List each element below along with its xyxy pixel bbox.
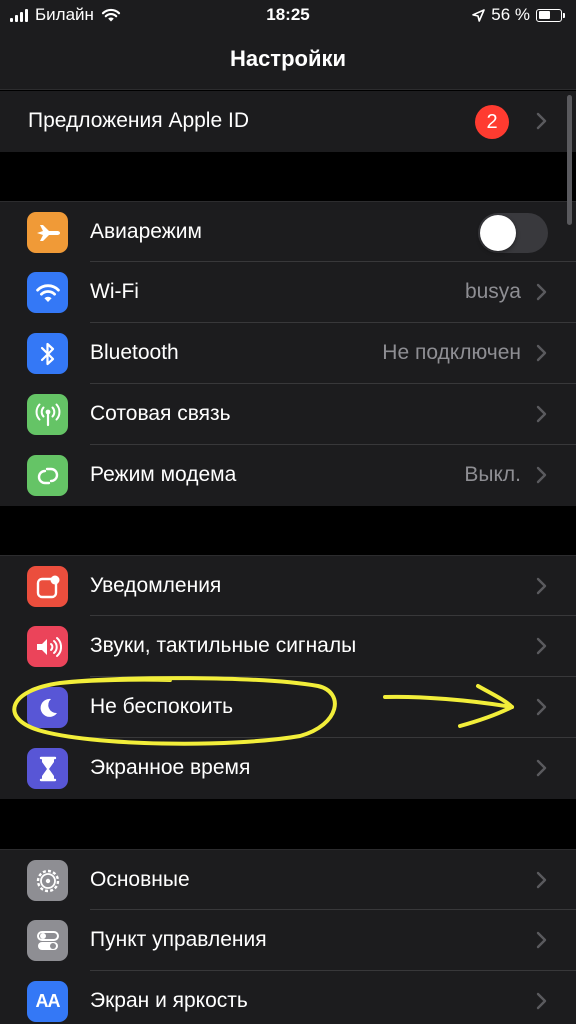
settings-row-label: Звуки, тактильные сигналы <box>90 634 357 657</box>
chevron-right-icon <box>536 344 547 362</box>
settings-row-notifications[interactable]: Уведомления <box>0 555 576 616</box>
hourglass-icon <box>27 748 68 789</box>
settings-row-label: Не беспокоить <box>90 695 234 718</box>
moon-icon <box>27 687 68 728</box>
scroll-indicator[interactable] <box>567 95 572 225</box>
settings-row-label: Сотовая связь <box>90 402 231 425</box>
settings-row-personal-hotspot[interactable]: Режим модема Выкл. <box>0 445 576 506</box>
settings-row-screen-time[interactable]: Экранное время <box>0 738 576 799</box>
settings-row-label: Экранное время <box>90 756 251 779</box>
status-right: 56 % <box>472 5 565 25</box>
wifi-network-value: busya <box>464 280 521 303</box>
settings-row-label: Уведомления <box>90 574 222 597</box>
chevron-right-icon <box>536 405 547 423</box>
settings-row-label: Пункт управления <box>90 928 267 951</box>
page-title: Настройки <box>229 46 347 71</box>
settings-row-control-center[interactable]: Пункт управления <box>0 910 576 971</box>
settings-row-wifi[interactable]: Wi-Fi busya <box>0 262 576 323</box>
chevron-right-icon <box>536 992 547 1010</box>
hotspot-status-value: Выкл. <box>464 463 521 486</box>
apple-id-suggestions-row[interactable]: Предложения Apple ID 2 <box>0 91 576 152</box>
airplane-mode-toggle[interactable] <box>478 213 548 253</box>
chevron-right-icon <box>536 871 547 889</box>
hotspot-icon <box>27 455 68 496</box>
chevron-right-icon <box>536 698 547 716</box>
settings-row-label: Wi-Fi <box>90 280 139 303</box>
chevron-right-icon <box>536 759 547 777</box>
cellular-icon <box>27 394 68 435</box>
settings-row-general[interactable]: Основные <box>0 849 576 910</box>
settings-row-label: Экран и яркость <box>90 989 248 1012</box>
settings-row-do-not-disturb[interactable]: Не беспокоить <box>0 677 576 738</box>
chevron-right-icon <box>536 283 547 301</box>
settings-row-label: Режим модема <box>90 463 237 486</box>
notifications-icon <box>27 566 68 607</box>
settings-row-display-brightness[interactable]: AA Экран и яркость <box>0 971 576 1024</box>
navigation-bar: Настройки <box>0 32 576 90</box>
battery-icon <box>536 8 565 22</box>
bluetooth-icon <box>27 333 68 374</box>
control-center-icon <box>27 920 68 961</box>
settings-row-airplane-mode[interactable]: Авиарежим <box>0 201 576 262</box>
airplane-icon <box>27 212 68 253</box>
battery-percent: 56 % <box>491 5 530 24</box>
gear-icon <box>27 860 68 901</box>
notification-badge: 2 <box>475 105 509 139</box>
settings-row-bluetooth[interactable]: Bluetooth Не подключен <box>0 323 576 384</box>
settings-row-label: Bluetooth <box>90 341 179 364</box>
location-arrow-icon <box>472 8 486 22</box>
settings-row-sounds-haptics[interactable]: Звуки, тактильные сигналы <box>0 616 576 677</box>
settings-row-label: Авиарежим <box>90 220 202 243</box>
chevron-right-icon <box>536 112 547 130</box>
settings-row-cellular[interactable]: Сотовая связь <box>0 384 576 445</box>
chevron-right-icon <box>536 577 547 595</box>
wifi-icon <box>27 272 68 313</box>
sounds-icon <box>27 626 68 667</box>
apple-id-suggestions-label: Предложения Apple ID <box>28 109 249 132</box>
settings-row-label: Основные <box>90 868 190 891</box>
bluetooth-status-value: Не подключен <box>382 341 521 364</box>
status-bar: Билайн 18:25 56 % <box>0 0 576 32</box>
chevron-right-icon <box>536 466 547 484</box>
display-icon: AA <box>27 981 68 1022</box>
chevron-right-icon <box>536 931 547 949</box>
chevron-right-icon <box>536 637 547 655</box>
